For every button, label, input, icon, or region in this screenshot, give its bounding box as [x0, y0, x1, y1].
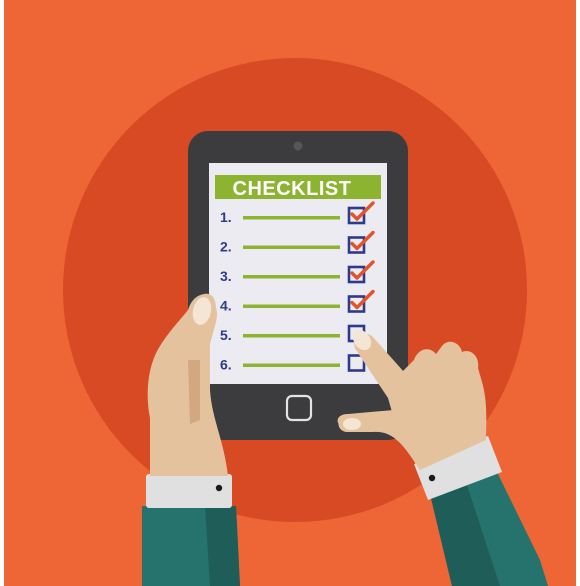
checklist-item-line [243, 245, 340, 249]
camera-icon [293, 141, 303, 151]
checklist-title: CHECKLIST [233, 178, 352, 200]
right-edge [576, 0, 580, 586]
checklist-item-number: 6. [220, 357, 232, 373]
checklist-item-number: 5. [220, 327, 232, 343]
checklist-item-line [243, 275, 340, 279]
left-cuff-button [215, 484, 223, 492]
right-cuff-button [428, 474, 436, 482]
checklist-item-number: 2. [220, 239, 232, 255]
checklist-item-number: 4. [220, 298, 232, 314]
checklist-tablet-illustration: CHECKLIST 1. 2. 3. 4. 5. 6. [0, 0, 580, 586]
checklist-item-line [243, 363, 340, 367]
left-sleeve-shadow [205, 506, 240, 586]
checklist-item-line [243, 216, 340, 220]
left-edge [0, 0, 4, 586]
checklist-item-number: 1. [220, 209, 232, 225]
checklist-item-line [243, 334, 340, 338]
right-thumb-nail [343, 418, 361, 430]
checklist-item-number: 3. [220, 268, 232, 284]
illustration: CHECKLIST 1. 2. 3. 4. 5. 6. [0, 0, 580, 586]
left-fingers-shadow [188, 360, 200, 424]
checklist-item-line [243, 304, 340, 308]
